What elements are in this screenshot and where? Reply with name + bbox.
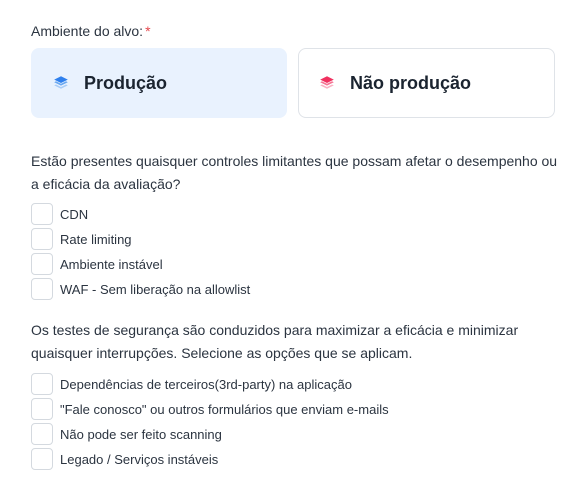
limiting-controls-question: Estão presentes quaisquer controles limi… [31, 153, 558, 192]
checkbox-label: WAF - Sem liberação na allowlist [60, 281, 251, 297]
environment-label: Ambiente do alvo: * [31, 23, 151, 39]
checkbox[interactable] [31, 278, 53, 300]
checkbox[interactable] [31, 253, 53, 275]
checkbox[interactable] [31, 423, 53, 445]
checkbox-label: Não pode ser feito scanning [60, 426, 222, 442]
checkbox[interactable] [31, 398, 53, 420]
environment-label-text: Ambiente do alvo: [31, 23, 144, 39]
layers-icon [54, 76, 68, 89]
checkbox[interactable] [31, 373, 53, 395]
environment-option-production-title: Produção [84, 72, 168, 93]
checkbox[interactable] [31, 203, 53, 225]
checkbox-option-rate-limiting[interactable]: Rate limiting [31, 228, 132, 250]
checkbox-label: Rate limiting [60, 231, 132, 247]
environment-option-production[interactable]: Produção [31, 48, 287, 118]
checkbox-label: "Fale conosco" ou outros formulários que… [60, 401, 389, 417]
checkbox-option-waf[interactable]: WAF - Sem liberação na allowlist [31, 278, 250, 300]
checkbox-label: Legado / Serviços instáveis [60, 451, 219, 467]
checkbox-option-cdn[interactable]: CDN [31, 203, 88, 225]
checkbox-option-contact-forms[interactable]: "Fale conosco" ou outros formulários que… [31, 398, 389, 420]
required-asterisk: * [145, 23, 151, 39]
checkbox[interactable] [31, 228, 53, 250]
checkbox-option-no-scanning[interactable]: Não pode ser feito scanning [31, 423, 222, 445]
checkbox[interactable] [31, 448, 53, 470]
form-container: Ambiente do alvo: * Produção Não produção… [0, 0, 587, 479]
environment-option-non-production-title: Não produção [350, 72, 472, 93]
layers-icon [320, 76, 334, 89]
checkbox-label: Dependências de terceiros(3rd-party) na … [60, 376, 352, 392]
checkbox-option-legacy-services[interactable]: Legado / Serviços instáveis [31, 448, 218, 470]
checkbox-option-third-party-dependencies[interactable]: Dependências de terceiros(3rd-party) na … [31, 373, 352, 395]
checkbox-option-unstable-environment[interactable]: Ambiente instável [31, 253, 163, 275]
checkbox-label: Ambiente instável [60, 256, 163, 272]
environment-option-non-production[interactable]: Não produção [298, 48, 555, 118]
testing-constraints-question: Os testes de segurança são conduzidos pa… [31, 322, 519, 361]
checkbox-label: CDN [60, 206, 89, 222]
